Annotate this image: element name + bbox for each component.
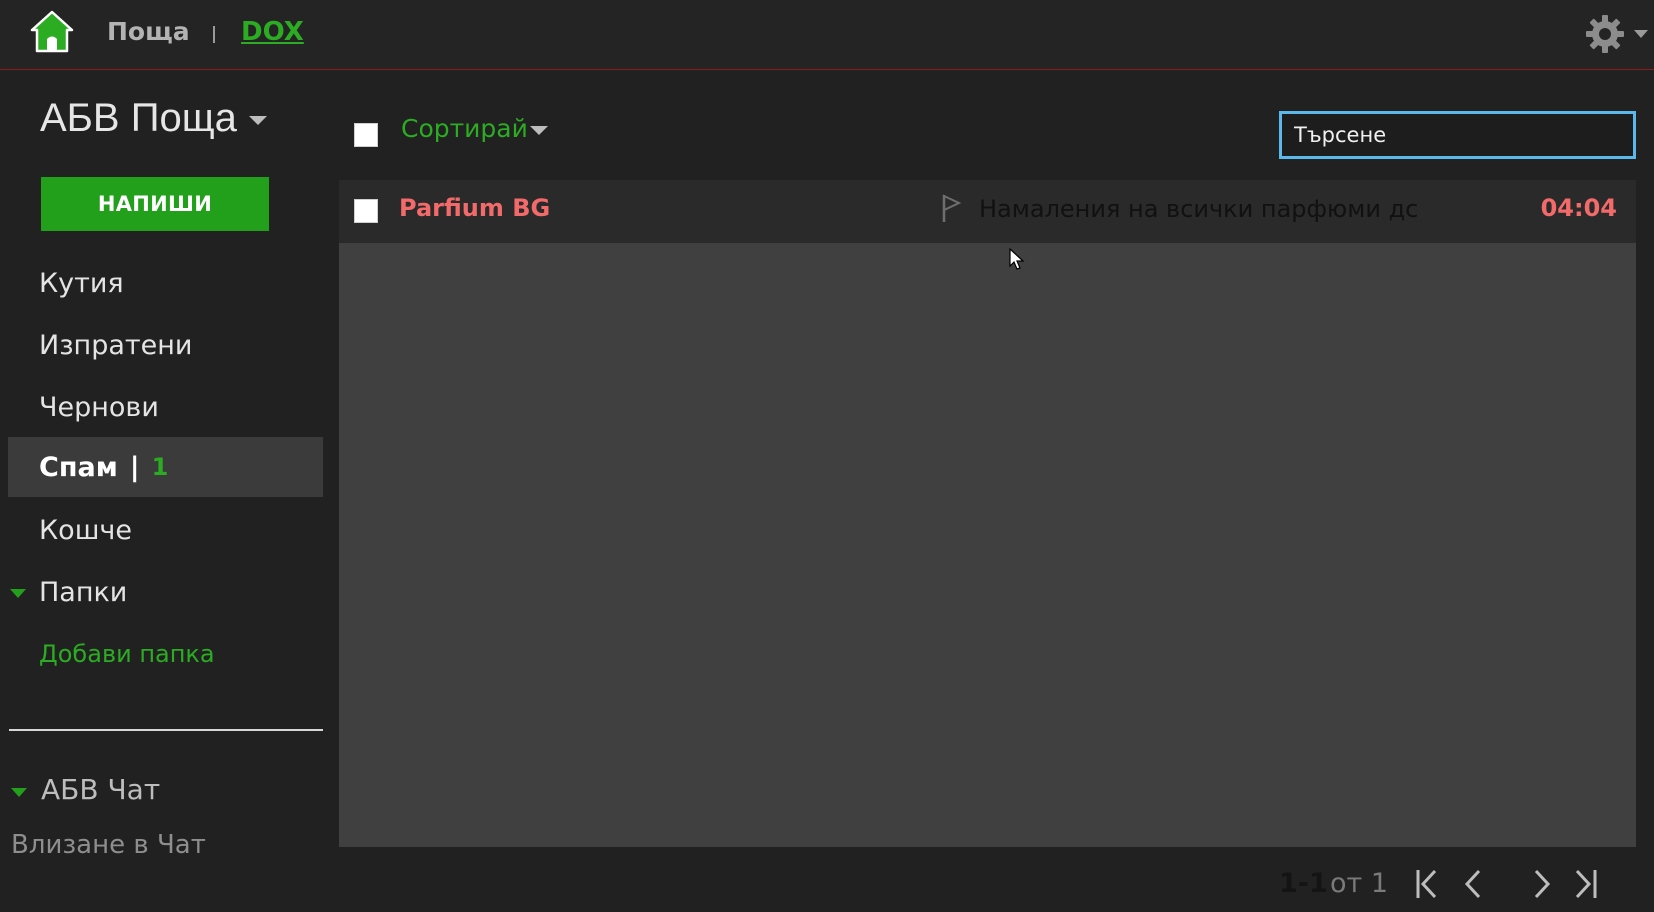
sidebar-item-label: Кутия [39,267,124,299]
home-icon[interactable] [29,9,75,55]
unread-count: 1 [151,453,169,481]
search-input[interactable] [1279,111,1636,159]
settings-caret-icon[interactable] [1634,30,1648,38]
message-row[interactable]: Parfium BG Намаления на всички парфюми д… [339,180,1636,243]
mouse-cursor-icon [1009,248,1025,270]
gear-icon[interactable] [1585,14,1625,54]
sidebar-item-label: Чернови [39,391,159,423]
sidebar-item-spam[interactable]: Спам | 1 [8,437,323,497]
last-page-icon[interactable] [1568,866,1600,902]
message-sender: Parfium BG [399,194,551,222]
select-all-checkbox[interactable] [354,123,378,147]
flag-icon[interactable] [939,192,963,224]
count-separator: | [129,451,140,483]
sidebar-item-label: Папки [39,576,128,608]
first-page-icon[interactable] [1413,866,1445,902]
sidebar-item-label: Кошче [39,514,132,546]
sidebar-item-label: Изпратени [39,329,193,361]
message-checkbox[interactable] [354,199,378,223]
prev-page-icon[interactable] [1458,866,1490,902]
sidebar-item-inbox[interactable]: Кутия [8,253,323,313]
top-bar: Поща DOX [0,0,1654,70]
app-name: Поща [107,17,190,46]
sort-button[interactable]: Сортирай [401,114,528,143]
top-separator [213,26,215,43]
message-subject: Намаления на всички парфюми дс [979,195,1419,223]
chat-title[interactable]: АБВ Чат [41,773,160,806]
sidebar-item-label: Спам [39,451,118,483]
brand-title[interactable]: АБВ Поща [40,96,237,141]
add-folder-link[interactable]: Добави папка [39,640,215,668]
chat-expand-icon[interactable] [11,788,27,797]
pagination-range: 1-1 [1279,868,1328,899]
sidebar-divider [9,729,323,731]
sidebar-item-folders[interactable]: Папки [8,562,323,622]
dox-link[interactable]: DOX [241,17,304,47]
sidebar-item-sent[interactable]: Изпратени [8,315,323,375]
sidebar-item-trash[interactable]: Кошче [8,500,323,560]
sort-caret-icon[interactable] [530,126,548,135]
brand-caret-icon[interactable] [249,116,267,125]
next-page-icon[interactable] [1525,866,1557,902]
message-list [339,180,1636,847]
pagination-total: от 1 [1330,868,1389,899]
chat-login-link[interactable]: Влизане в Чат [11,830,206,860]
sidebar-item-drafts[interactable]: Чернови [8,377,323,437]
compose-button[interactable]: НАПИШИ [41,177,269,231]
message-time: 04:04 [1540,194,1617,222]
